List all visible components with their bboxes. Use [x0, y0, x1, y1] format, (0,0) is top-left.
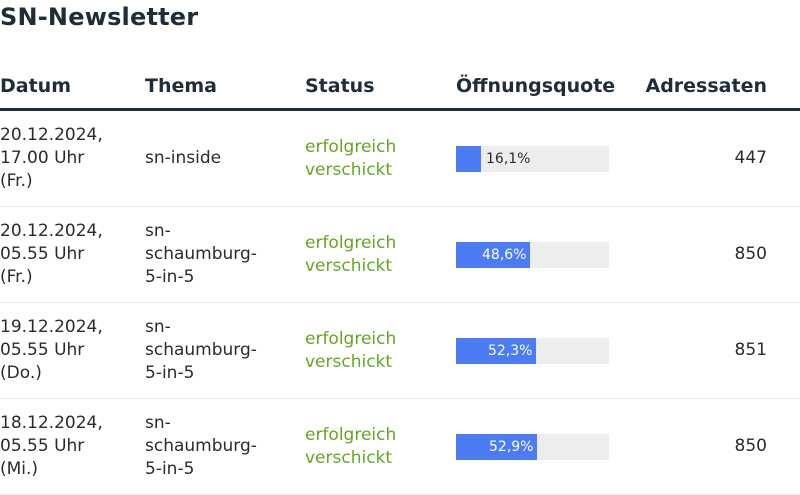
status-cell-line: erfolgreich	[305, 329, 397, 349]
status-cell-line: erfolgreich	[305, 137, 397, 157]
status-cell-line: verschickt	[305, 352, 393, 372]
recipients-cell: 850	[734, 244, 767, 264]
table-row[interactable]: 20.12.2024, 05.55 Uhr (Fr.) sn-schaumburg- 5…	[0, 207, 800, 303]
date-cell: 20.12.2024, 05.55 Uhr (Fr.)	[0, 220, 120, 289]
date-cell-line: 18.12.2024,	[0, 413, 103, 433]
table-row[interactable]: 19.12.2024, 05.55 Uhr (Do.) sn-schaumburg- 5…	[0, 303, 800, 399]
status-cell-line: verschickt	[305, 256, 393, 276]
date-cell-line: 20.12.2024,	[0, 125, 103, 145]
table-header-row: Datum Thema Status Öffnungsquote Adressa…	[0, 70, 800, 111]
open-rate-bar-track: 52,3%	[456, 338, 609, 364]
date-cell-line: 19.12.2024,	[0, 317, 103, 337]
date-cell: 20.12.2024, 17.00 Uhr (Fr.)	[0, 124, 120, 193]
newsletter-table: Datum Thema Status Öffnungsquote Adressa…	[0, 70, 800, 495]
topic-cell-line: sn-	[145, 317, 171, 337]
topic-cell: sn-schaumburg- 5-in-5	[145, 220, 275, 289]
date-cell-line: 05.55 Uhr	[0, 436, 85, 456]
date-cell-line: 05.55 Uhr	[0, 340, 85, 360]
open-rate-label: 52,9%	[489, 439, 534, 455]
open-rate-bar-track: 16,1%	[456, 146, 609, 172]
topic-cell-line: sn-inside	[145, 148, 222, 168]
date-cell-line: 05.55 Uhr	[0, 244, 85, 264]
open-rate-bar: 52,3%	[456, 338, 609, 364]
status-cell: erfolgreich verschickt	[305, 424, 445, 470]
topic-cell-line: 5-in-5	[145, 363, 195, 383]
status-cell-line: verschickt	[305, 448, 393, 468]
date-cell-line: (Fr.)	[0, 171, 33, 191]
status-cell-line: erfolgreich	[305, 425, 397, 445]
status-cell-line: verschickt	[305, 160, 393, 180]
open-rate-label: 52,3%	[488, 343, 533, 359]
date-cell-line: (Mi.)	[0, 459, 39, 479]
topic-cell: sn-schaumburg- 5-in-5	[145, 316, 275, 385]
topic-cell-line: schaumburg-	[145, 340, 257, 360]
recipients-cell: 447	[734, 148, 767, 168]
open-rate-bar-fill	[456, 146, 481, 172]
date-cell-line: 17.00 Uhr	[0, 148, 85, 168]
status-cell-line: erfolgreich	[305, 233, 397, 253]
open-rate-bar: 52,9%	[456, 434, 609, 460]
column-header-status[interactable]: Status	[305, 74, 375, 98]
topic-cell-line: sn-	[145, 221, 171, 241]
open-rate-bar: 16,1%	[456, 146, 609, 172]
column-header-thema[interactable]: Thema	[145, 74, 217, 98]
status-cell: erfolgreich verschickt	[305, 328, 445, 374]
date-cell-line: (Fr.)	[0, 267, 33, 287]
topic-cell-line: sn-	[145, 413, 171, 433]
column-header-oeffnungsquote[interactable]: Öffnungsquote	[456, 74, 615, 98]
topic-cell-line: 5-in-5	[145, 267, 195, 287]
date-cell: 19.12.2024, 05.55 Uhr (Do.)	[0, 316, 120, 385]
date-cell: 18.12.2024, 05.55 Uhr (Mi.)	[0, 412, 120, 481]
open-rate-bar-track: 52,9%	[456, 434, 609, 460]
topic-cell: sn-inside	[145, 147, 275, 170]
column-header-adressaten[interactable]: Adressaten	[646, 74, 768, 98]
topic-cell-line: 5-in-5	[145, 459, 195, 479]
topic-cell-line: schaumburg-	[145, 436, 257, 456]
table-body: 20.12.2024, 17.00 Uhr (Fr.) sn-inside erfolg…	[0, 111, 800, 495]
open-rate-bar-track: 48,6%	[456, 242, 609, 268]
column-header-datum[interactable]: Datum	[0, 74, 71, 98]
open-rate-label: 16,1%	[486, 151, 531, 167]
open-rate-label: 48,6%	[482, 247, 527, 263]
page-title: SN-Newsletter	[0, 3, 199, 31]
topic-cell: sn-schaumburg- 5-in-5	[145, 412, 275, 481]
table-row[interactable]: 18.12.2024, 05.55 Uhr (Mi.) sn-schaumburg- 5…	[0, 399, 800, 495]
status-cell: erfolgreich verschickt	[305, 232, 445, 278]
date-cell-line: 20.12.2024,	[0, 221, 103, 241]
table-row[interactable]: 20.12.2024, 17.00 Uhr (Fr.) sn-inside erfolg…	[0, 111, 800, 207]
open-rate-bar: 48,6%	[456, 242, 609, 268]
status-cell: erfolgreich verschickt	[305, 136, 445, 182]
recipients-cell: 850	[734, 436, 767, 456]
date-cell-line: (Do.)	[0, 363, 42, 383]
topic-cell-line: schaumburg-	[145, 244, 257, 264]
recipients-cell: 851	[734, 340, 767, 360]
